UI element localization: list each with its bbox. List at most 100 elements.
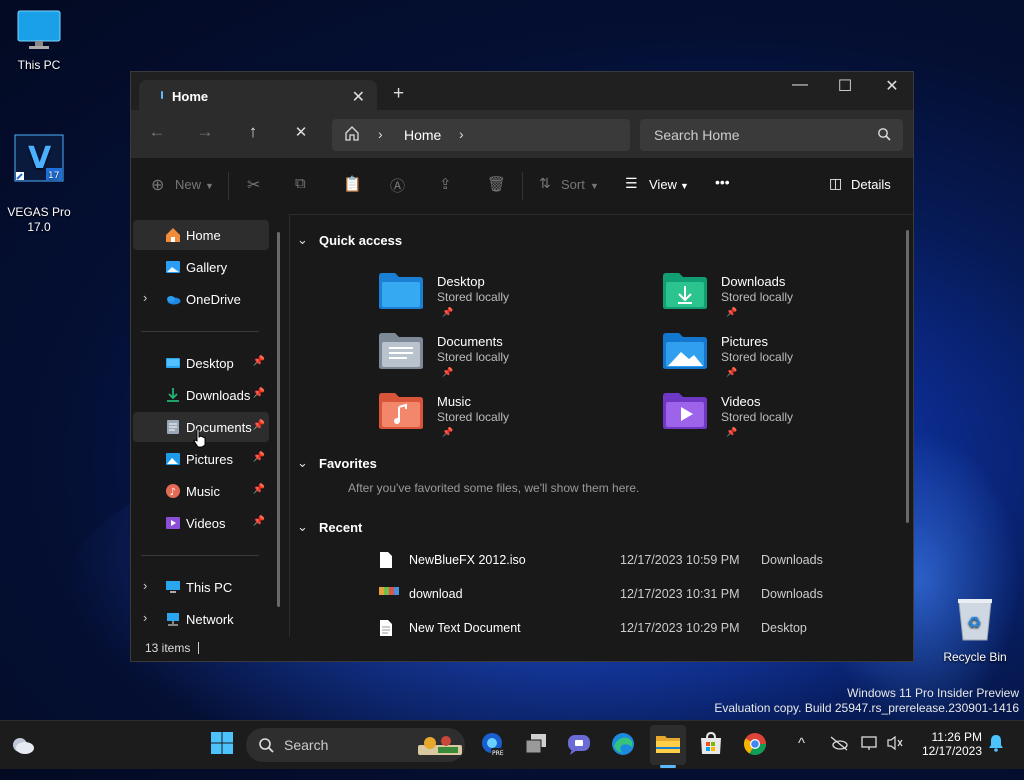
file-explorer-icon[interactable] — [655, 731, 681, 757]
pin-icon[interactable]: 📌 — [253, 452, 265, 463]
image-file-icon — [379, 585, 399, 599]
quick-access-videos[interactable]: Videos Stored locally 📌 — [663, 392, 903, 448]
file-location: Downloads — [761, 553, 823, 567]
cut-icon[interactable]: ✂ — [247, 175, 260, 195]
sort-icon[interactable]: ⇅ — [539, 175, 551, 192]
quick-access-desktop[interactable]: Desktop Stored locally 📌 — [379, 272, 619, 328]
pin-icon: 📌 — [442, 307, 454, 317]
details-pane-icon[interactable]: ◫ — [829, 175, 842, 192]
stop-button[interactable]: ✕ — [289, 123, 313, 141]
new-tab-button[interactable]: + — [393, 83, 404, 105]
sidebar-item-label: OneDrive — [186, 292, 241, 307]
content-scrollbar[interactable] — [906, 230, 909, 523]
chevron-down-icon[interactable]: ⌄ — [297, 455, 308, 471]
sidebar-divider — [141, 555, 259, 556]
delete-icon[interactable]: 🗑 — [487, 175, 506, 193]
onedrive-offline-icon[interactable] — [829, 735, 849, 755]
desktop-icon-vegas-pro[interactable]: V 17 VEGAS Pro 17.0 — [4, 104, 74, 250]
search-box[interactable]: Search Home — [640, 119, 903, 151]
sidebar-scrollbar[interactable] — [277, 232, 280, 607]
quick-access-header[interactable]: ⌄ Quick access — [297, 232, 402, 248]
edge-icon[interactable] — [610, 731, 636, 757]
sort-button[interactable]: Sort — [561, 177, 585, 192]
weather-icon[interactable] — [10, 733, 36, 759]
chevron-right-icon[interactable]: › — [143, 290, 147, 305]
new-button[interactable]: New — [175, 177, 201, 192]
chevron-down-icon[interactable]: ⌄ — [297, 232, 308, 248]
chevron-up-icon[interactable]: ^ — [798, 735, 805, 752]
quick-access-pictures[interactable]: Pictures Stored locally 📌 — [663, 332, 903, 388]
start-button[interactable] — [210, 731, 236, 757]
recent-header[interactable]: ⌄ Recent — [297, 519, 362, 535]
up-button[interactable]: ↑ — [241, 122, 265, 142]
svg-text:♪: ♪ — [170, 487, 176, 498]
back-button[interactable]: ← — [145, 122, 169, 142]
desktop-icon-recycle-bin[interactable]: ♻ Recycle Bin — [940, 596, 1010, 665]
sidebar-item-label: This PC — [186, 580, 233, 595]
view-button[interactable]: View — [649, 177, 677, 192]
recent-row[interactable]: download 12/17/2023 10:31 PM Downloads — [373, 582, 833, 606]
more-options-button[interactable]: ••• — [715, 174, 730, 190]
chevron-right-icon[interactable]: › — [143, 578, 147, 593]
sidebar-item-network[interactable]: › Network — [133, 604, 269, 634]
recent-row[interactable]: NewBlueFX 2012.iso 12/17/2023 10:59 PM D… — [373, 548, 833, 572]
pin-icon[interactable]: 📌 — [253, 420, 265, 431]
pin-icon[interactable]: 📌 — [253, 484, 265, 495]
desktop-folder-icon — [379, 272, 423, 310]
chrome-icon[interactable] — [742, 731, 768, 757]
chevron-right-icon[interactable]: › — [143, 610, 147, 625]
details-button[interactable]: Details — [851, 177, 891, 192]
folder-name: Documents — [437, 334, 503, 349]
store-icon[interactable] — [698, 731, 724, 757]
pin-icon[interactable]: 📌 — [253, 388, 265, 399]
chevron-right-icon[interactable]: › — [459, 126, 464, 142]
folder-name: Desktop — [437, 274, 485, 289]
chevron-right-icon[interactable]: › — [378, 126, 383, 142]
task-view-icon[interactable] — [523, 731, 549, 757]
paste-icon[interactable]: 📋 — [343, 175, 362, 193]
sidebar-item-music[interactable]: ♪ Music 📌 — [133, 476, 269, 506]
copy-icon[interactable]: ⧉ — [295, 175, 306, 192]
home-icon[interactable] — [344, 125, 360, 146]
minimize-button[interactable]: — — [777, 76, 823, 94]
breadcrumb-home[interactable]: Home — [404, 127, 441, 143]
svg-text:17: 17 — [48, 171, 59, 181]
maximize-button[interactable]: ☐ — [822, 76, 868, 96]
close-window-button[interactable]: ✕ — [869, 76, 915, 96]
quick-access-downloads[interactable]: Downloads Stored locally 📌 — [663, 272, 903, 328]
file-date: 12/17/2023 10:59 PM — [620, 553, 740, 567]
sidebar-item-home[interactable]: Home — [133, 220, 269, 250]
sidebar-item-videos[interactable]: Videos 📌 — [133, 508, 269, 538]
notification-bell-icon[interactable] — [988, 734, 1004, 756]
sidebar-item-this-pc[interactable]: › This PC — [133, 572, 269, 602]
share-icon[interactable]: ⇪ — [439, 175, 452, 193]
chevron-down-icon[interactable]: ⌄ — [297, 519, 308, 535]
file-name: NewBlueFX 2012.iso — [409, 553, 526, 567]
quick-access-music[interactable]: Music Stored locally 📌 — [379, 392, 619, 448]
svg-text:PRE: PRE — [492, 750, 504, 757]
network-status-icon[interactable] — [860, 735, 880, 755]
taskbar-search[interactable]: Search — [246, 728, 465, 762]
file-date: 12/17/2023 10:31 PM — [620, 587, 740, 601]
chat-icon[interactable] — [566, 731, 592, 757]
desktop-icon-this-pc[interactable]: This PC — [4, 10, 74, 73]
rename-icon[interactable]: Ⓐ — [390, 175, 405, 196]
favorites-header[interactable]: ⌄ Favorites — [297, 455, 377, 471]
new-plus-icon[interactable]: ⊕ — [151, 175, 164, 195]
pin-icon[interactable]: 📌 — [253, 356, 265, 367]
view-icon[interactable]: ☰ — [625, 175, 638, 192]
sidebar-item-downloads[interactable]: Downloads 📌 — [133, 380, 269, 410]
address-bar[interactable]: › Home › — [332, 119, 630, 151]
content-area: ⌄ Quick access Desktop Stored locally 📌 … — [289, 214, 913, 637]
sidebar-item-desktop[interactable]: Desktop 📌 — [133, 348, 269, 378]
edge-beta-icon[interactable]: PRE — [479, 731, 505, 757]
pin-icon[interactable]: 📌 — [253, 516, 265, 527]
clock[interactable]: 11:26 PM 12/17/2023 — [922, 730, 982, 758]
sidebar-item-gallery[interactable]: Gallery — [133, 252, 269, 282]
volume-muted-icon[interactable] — [886, 735, 904, 755]
quick-access-documents[interactable]: Documents Stored locally 📌 — [379, 332, 619, 388]
sidebar-item-onedrive[interactable]: › OneDrive — [133, 284, 269, 314]
close-tab-icon[interactable]: ✕ — [352, 87, 365, 107]
sidebar-item-label: Downloads — [186, 388, 251, 403]
forward-button[interactable]: → — [193, 122, 217, 142]
